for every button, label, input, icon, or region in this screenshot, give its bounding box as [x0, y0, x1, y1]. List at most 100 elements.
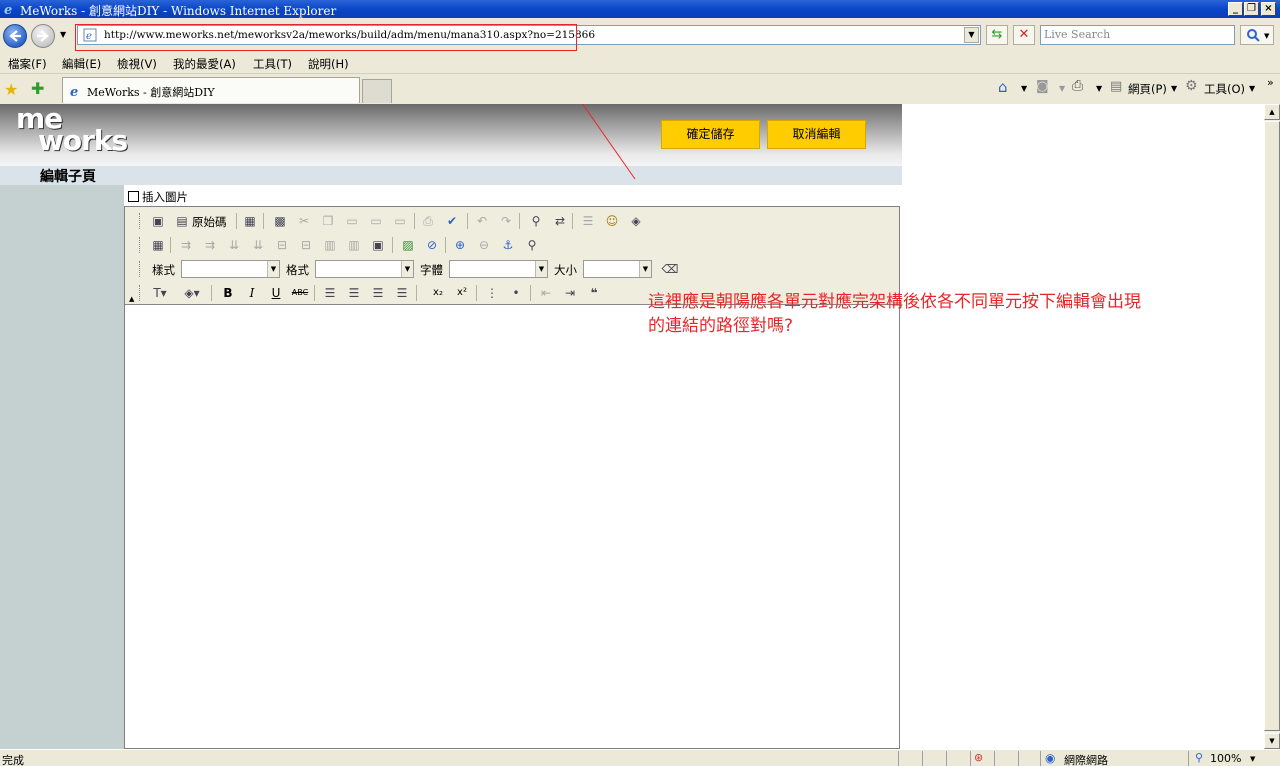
redo-icon[interactable]: ↷ — [497, 212, 515, 230]
menu-view[interactable]: 檢視(V) — [117, 56, 157, 72]
print-icon[interactable]: ⎙ — [419, 212, 437, 230]
link-icon[interactable]: ⊕ — [451, 236, 469, 254]
flash-icon[interactable]: ⊘ — [423, 236, 441, 254]
menu-tools[interactable]: 工具(T) — [253, 56, 292, 72]
chevron-more-icon[interactable]: » — [1267, 76, 1274, 89]
insert-column-icon[interactable]: ⇊ — [225, 236, 243, 254]
insert-cell-icon[interactable]: ⊟ — [273, 236, 291, 254]
back-button[interactable] — [3, 24, 27, 48]
italic-icon[interactable]: I — [243, 284, 261, 302]
horizontal-rule-icon[interactable]: ☰ — [579, 212, 597, 230]
align-right-icon[interactable]: ☰ — [369, 284, 387, 302]
find-icon[interactable]: ⚲ — [527, 212, 545, 230]
favorites-star-icon[interactable]: ★ — [4, 80, 18, 99]
home-icon[interactable]: ⌂ — [998, 78, 1008, 96]
unlink-icon[interactable]: ⊖ — [475, 236, 493, 254]
ordered-list-icon[interactable]: ⋮ — [483, 284, 501, 302]
search-button[interactable]: ▼ — [1240, 25, 1274, 45]
close-window-button[interactable]: × — [1261, 2, 1276, 16]
address-dropdown-icon[interactable]: ▼ — [964, 27, 979, 43]
font-select[interactable]: ▼ — [449, 260, 548, 278]
minimize-button[interactable]: _ — [1228, 2, 1243, 16]
background-color-icon[interactable]: ◈▾ — [179, 284, 205, 302]
format-select[interactable]: ▼ — [315, 260, 414, 278]
checkbox-box[interactable] — [128, 191, 139, 202]
menu-help[interactable]: 說明(H) — [308, 56, 349, 72]
templates-icon[interactable]: ▩ — [271, 212, 289, 230]
paste-icon[interactable]: ▭ — [343, 212, 361, 230]
indent-icon[interactable]: ⇥ — [561, 284, 579, 302]
superscript-icon[interactable]: x² — [453, 284, 471, 302]
menu-edit[interactable]: 編輯(E) — [62, 56, 101, 72]
underline-icon[interactable]: U — [267, 284, 285, 302]
unordered-list-icon[interactable]: • — [507, 284, 525, 302]
align-justify-icon[interactable]: ☰ — [393, 284, 411, 302]
refresh-button[interactable]: ⇆ — [986, 25, 1008, 45]
paste-word-icon[interactable]: ▭ — [391, 212, 409, 230]
menu-file[interactable]: 檔案(F) — [8, 56, 47, 72]
scroll-up-icon[interactable]: ▲ — [1264, 104, 1280, 120]
source-icon[interactable]: ▤ — [173, 212, 191, 230]
preview-icon[interactable]: ▣ — [149, 212, 167, 230]
tools-menu[interactable]: 工具(O) — [1204, 81, 1245, 97]
delete-row-icon[interactable]: ⇉ — [201, 236, 219, 254]
smiley-icon[interactable]: ☺ — [603, 212, 621, 230]
restore-button[interactable]: ❐ — [1244, 2, 1259, 16]
cut-icon[interactable]: ✂ — [295, 212, 313, 230]
paste-text-icon[interactable]: ▭ — [367, 212, 385, 230]
history-dropdown-icon[interactable]: ▼ — [60, 30, 66, 39]
table-icon[interactable]: ▦ — [149, 236, 167, 254]
add-favorite-icon[interactable]: ✚ — [31, 79, 44, 98]
print-dropdown-icon[interactable]: ▼ — [1096, 84, 1102, 93]
blockquote-icon[interactable]: ❝ — [585, 284, 603, 302]
page-menu-dropdown-icon[interactable]: ▼ — [1171, 84, 1177, 93]
source-label[interactable]: 原始碼 — [192, 214, 227, 230]
scroll-thumb[interactable] — [1264, 121, 1280, 731]
split-cell-icon[interactable]: ▥ — [345, 236, 363, 254]
scroll-down-icon[interactable]: ▼ — [1264, 733, 1280, 749]
bold-icon[interactable]: B — [219, 284, 237, 302]
image-icon[interactable]: ▨ — [399, 236, 417, 254]
eraser-icon[interactable]: ⌫ — [661, 260, 679, 278]
preview-page-icon[interactable]: ⚲ — [523, 236, 541, 254]
text-color-icon[interactable]: T▾ — [147, 284, 173, 302]
privacy-icon[interactable]: ⊛ — [974, 751, 983, 764]
collapse-toolbar-icon[interactable]: ▲ — [129, 295, 134, 303]
zoom-dropdown-icon[interactable]: ▼ — [1250, 755, 1255, 763]
subscript-icon[interactable]: x₂ — [429, 284, 447, 302]
forward-button[interactable] — [31, 24, 55, 48]
style-select[interactable]: ▼ — [181, 260, 280, 278]
replace-icon[interactable]: ⇄ — [551, 212, 569, 230]
page-menu[interactable]: 網頁(P) — [1128, 81, 1167, 97]
form-icon[interactable]: ▣ — [369, 236, 387, 254]
undo-icon[interactable]: ↶ — [473, 212, 491, 230]
editor-text-area[interactable] — [125, 306, 899, 748]
menu-favorites[interactable]: 我的最愛(A) — [173, 56, 236, 72]
align-left-icon[interactable]: ☰ — [321, 284, 339, 302]
stop-button[interactable]: ✕ — [1013, 25, 1035, 45]
new-tab-button[interactable] — [362, 79, 392, 103]
copy-icon[interactable]: ❐ — [319, 212, 337, 230]
feeds-dropdown-icon[interactable]: ▼ — [1059, 84, 1065, 93]
outdent-icon[interactable]: ⇤ — [537, 284, 555, 302]
vertical-scrollbar[interactable]: ▲ ▼ — [1264, 104, 1280, 749]
delete-column-icon[interactable]: ⇊ — [249, 236, 267, 254]
home-dropdown-icon[interactable]: ▼ — [1021, 84, 1027, 93]
search-input[interactable]: Live Search — [1040, 25, 1235, 45]
tab-meworks[interactable]: e MeWorks - 創意網站DIY — [62, 77, 360, 103]
feeds-icon[interactable]: ◙ — [1036, 79, 1049, 94]
save-button[interactable]: 確定儲存 — [661, 120, 760, 149]
strikethrough-icon[interactable]: ABC — [291, 284, 309, 302]
zoom-level[interactable]: 100% — [1210, 752, 1241, 765]
merge-cells-icon[interactable]: ▥ — [321, 236, 339, 254]
size-select[interactable]: ▼ — [583, 260, 652, 278]
insert-row-icon[interactable]: ⇉ — [177, 236, 195, 254]
align-center-icon[interactable]: ☰ — [345, 284, 363, 302]
tools-dropdown-icon[interactable]: ▼ — [1249, 84, 1255, 93]
anchor-icon[interactable]: ⚓ — [499, 236, 517, 254]
spellcheck-icon[interactable]: ✔ — [443, 212, 461, 230]
insert-image-checkbox[interactable]: 插入圖片 — [128, 189, 188, 205]
delete-cell-icon[interactable]: ⊟ — [297, 236, 315, 254]
new-document-icon[interactable]: ▦ — [241, 212, 259, 230]
print-icon[interactable]: ⎙ — [1072, 78, 1083, 94]
